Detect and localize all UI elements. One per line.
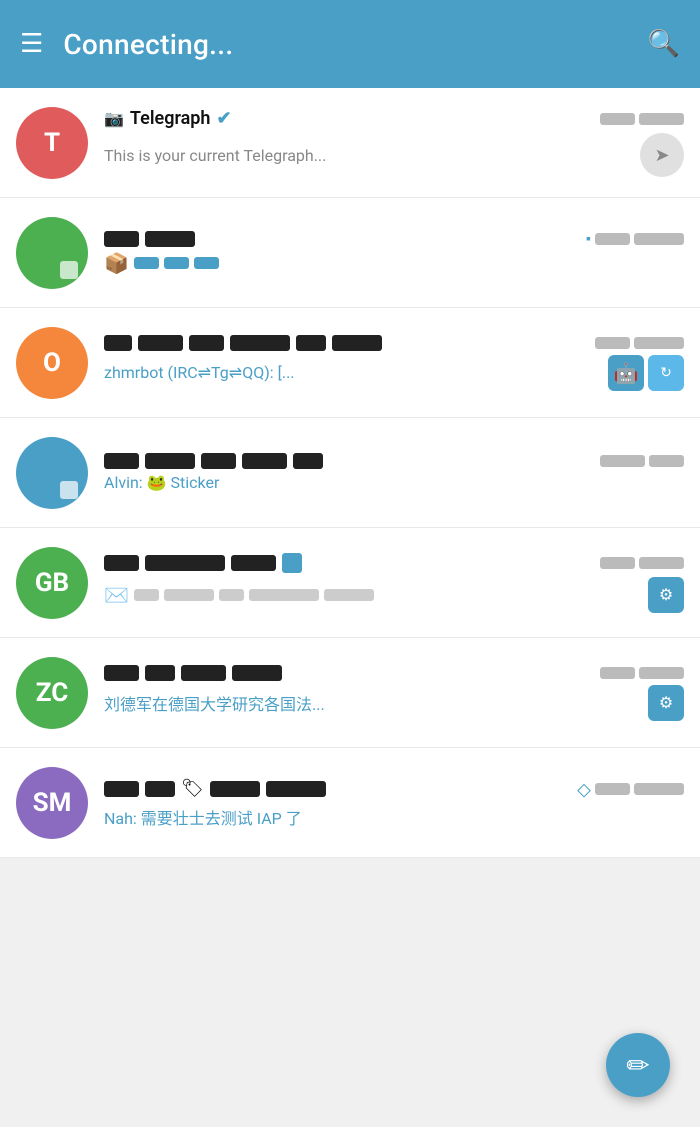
time-block xyxy=(639,557,684,569)
chat-item-5[interactable]: GB ✉️ xyxy=(0,528,700,638)
preview-block xyxy=(219,589,244,601)
time-area xyxy=(595,337,684,349)
chat-item-telegraph[interactable]: T 📷 Telegraph ✔ This is your current Tel… xyxy=(0,88,700,198)
preview-blocks: 📦 xyxy=(104,251,684,275)
chat-item-7[interactable]: SM 🏷 ⬦ Nah: 需要壮士去测试 IAP 了 xyxy=(0,748,700,858)
avatar: SM xyxy=(16,767,88,839)
preview-block xyxy=(249,589,319,601)
bot-icon: ⚙ xyxy=(648,577,684,613)
share-button[interactable]: ➤ xyxy=(640,133,684,177)
chat-preview: Alvin: 🐸 Sticker xyxy=(104,473,684,492)
chat-item-6[interactable]: ZC 刘德军在德国大学研究各国法... ⚙ xyxy=(0,638,700,748)
chat-preview: 刘德军在德国大学研究各国法... xyxy=(104,691,325,715)
avatar xyxy=(16,437,88,509)
time-block xyxy=(600,667,635,679)
flag-icon: 🏷 xyxy=(181,778,204,799)
chat-content: ▪ 📦 xyxy=(104,230,684,275)
time-area: ⬦ xyxy=(577,777,684,801)
time-area xyxy=(600,113,684,125)
chat-name-blurred: 🏷 xyxy=(104,778,326,799)
search-icon[interactable]: 🔍 xyxy=(648,29,680,59)
camera-icon: 📷 xyxy=(104,109,124,128)
chat-preview: This is your current Telegraph... xyxy=(104,146,326,165)
preview-block xyxy=(194,257,219,269)
chat-name-blurred xyxy=(104,453,323,469)
chat-name-blurred xyxy=(104,231,195,247)
top-bar: ☰ Connecting... 🔍 xyxy=(0,0,700,88)
preview-block xyxy=(324,589,374,601)
avatar: GB xyxy=(16,547,88,619)
time-area xyxy=(600,667,684,679)
name-block xyxy=(145,231,195,247)
chat-item-2[interactable]: ▪ 📦 xyxy=(0,198,700,308)
chat-item-4[interactable]: Alvin: 🐸 Sticker xyxy=(0,418,700,528)
time-block xyxy=(639,667,684,679)
blue-square-icon xyxy=(282,553,302,573)
avatar: O xyxy=(16,327,88,399)
preview-blocks: ✉️ xyxy=(104,583,374,607)
name-block xyxy=(104,231,139,247)
chat-preview: Nah: 需要壮士去测试 IAP 了 xyxy=(104,805,684,829)
verified-badge-icon: ✔ xyxy=(216,108,231,129)
chat-content: ✉️ ⚙ xyxy=(104,553,684,613)
chat-name-blurred xyxy=(104,665,282,681)
blue-dot-icon: ▪ xyxy=(586,230,591,247)
time-block xyxy=(595,337,630,349)
bot-icon: ⚙ xyxy=(648,685,684,721)
time-area: ▪ xyxy=(586,230,684,247)
envelope-icon: ✉️ xyxy=(104,583,129,607)
avatar: ZC xyxy=(16,657,88,729)
time-block xyxy=(634,337,684,349)
chat-content: 刘德军在德国大学研究各国法... ⚙ xyxy=(104,665,684,721)
time-area xyxy=(600,557,684,569)
preview-block xyxy=(134,589,159,601)
chat-list: T 📷 Telegraph ✔ This is your current Tel… xyxy=(0,88,700,858)
chat-item-3[interactable]: O zhmrbot (IRC⇌Tg⇌QQ): [... xyxy=(0,308,700,418)
status-icon: ⬦ xyxy=(577,777,591,801)
avatar xyxy=(16,217,88,289)
time-block xyxy=(595,783,630,795)
time-block xyxy=(649,455,684,467)
time-block-2 xyxy=(639,113,684,125)
avatar: T xyxy=(16,107,88,179)
bot-status-icon: 🤖 ↻ xyxy=(608,355,684,391)
bot-icon-2: ↻ xyxy=(648,355,684,391)
time-block xyxy=(600,455,645,467)
bot-icon: 🤖 xyxy=(608,355,644,391)
chat-content: zhmrbot (IRC⇌Tg⇌QQ): [... 🤖 ↻ xyxy=(104,335,684,391)
time-block xyxy=(595,233,630,245)
preview-block xyxy=(164,257,189,269)
time-block xyxy=(634,233,684,245)
time-block-1 xyxy=(600,113,635,125)
time-block xyxy=(634,783,684,795)
time-block xyxy=(600,557,635,569)
compose-icon: ✏ xyxy=(626,1049,649,1082)
chat-content: Alvin: 🐸 Sticker xyxy=(104,453,684,492)
chat-content: 🏷 ⬦ Nah: 需要壮士去测试 IAP 了 xyxy=(104,777,684,829)
preview-block xyxy=(164,589,214,601)
hamburger-menu-icon[interactable]: ☰ xyxy=(20,29,43,59)
chat-preview: zhmrbot (IRC⇌Tg⇌QQ): [... xyxy=(104,363,295,382)
preview-block xyxy=(134,257,159,269)
time-area xyxy=(600,455,684,467)
chat-content: 📷 Telegraph ✔ This is your current Teleg… xyxy=(104,108,684,177)
compose-fab-button[interactable]: ✏ xyxy=(606,1033,670,1097)
chat-name-text: Telegraph xyxy=(130,108,211,129)
chat-name: 📷 Telegraph ✔ xyxy=(104,108,600,129)
emoji-icon: 📦 xyxy=(104,251,129,275)
app-title: Connecting... xyxy=(63,28,627,61)
chat-name-blurred xyxy=(104,553,302,573)
chat-name-blurred xyxy=(104,335,382,351)
